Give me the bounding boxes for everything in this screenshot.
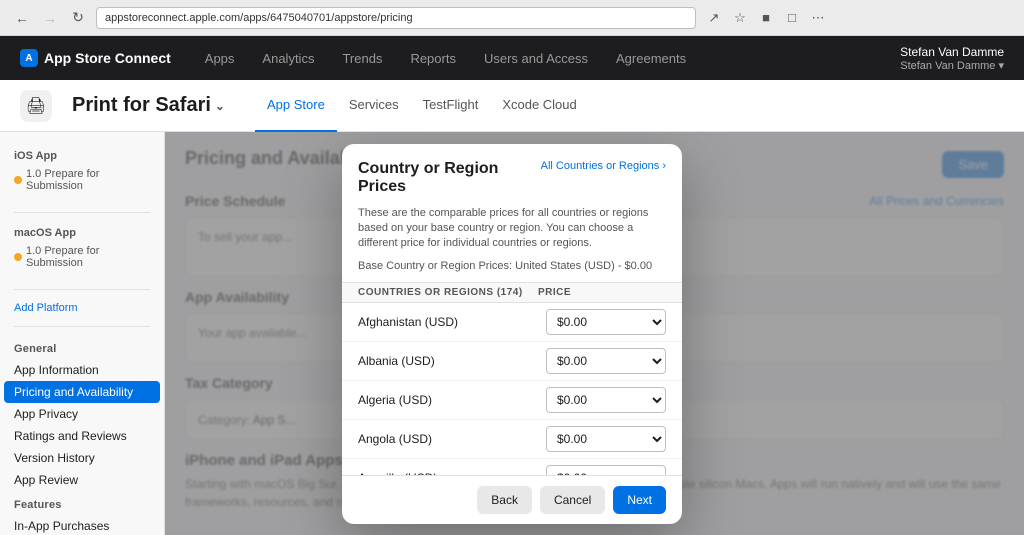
modal-header: Country or Region Prices All Countries o…	[342, 144, 682, 206]
app-subheader: 🖨 Print for Safari ⌄ App Store Services …	[0, 80, 1024, 132]
asc-user[interactable]: Stefan Van Damme Stefan Van Damme ▾	[900, 45, 1004, 72]
scroll-spacer	[658, 287, 666, 298]
price-wrapper: $0.00	[546, 426, 666, 452]
tab-services[interactable]: Services	[337, 80, 411, 132]
share-icon[interactable]: ↗	[704, 8, 724, 28]
add-platform-link[interactable]: Add Platform	[0, 298, 164, 318]
ios-version-dot	[14, 176, 22, 184]
user-sub: Stefan Van Damme ▾	[900, 59, 1004, 72]
macos-version-dot	[14, 253, 22, 261]
price-select[interactable]: $0.00	[546, 465, 666, 475]
app-name-text: Print for Safari	[72, 94, 211, 117]
modal-base-price: Base Country or Region Prices: United St…	[342, 260, 682, 282]
country-name: Albania (USD)	[358, 354, 546, 368]
sidebar-item-app-review[interactable]: App Review	[0, 469, 164, 491]
country-region-prices-modal: Country or Region Prices All Countries o…	[342, 144, 682, 524]
modal-table-header: COUNTRIES OR REGIONS (174) PRICE	[342, 282, 682, 303]
nav-analytics[interactable]: Analytics	[248, 36, 328, 80]
country-name: Angola (USD)	[358, 432, 546, 446]
sidebar-item-iap[interactable]: In-App Purchases	[0, 515, 164, 535]
asc-header: A App Store Connect Apps Analytics Trend…	[0, 36, 1024, 80]
price-select[interactable]: $0.00	[546, 309, 666, 335]
back-button[interactable]: ←	[12, 8, 32, 28]
asc-logo-text: App Store Connect	[44, 50, 171, 66]
macos-version-text: 1.0 Prepare for Submission	[26, 245, 150, 269]
url-text: appstoreconnect.apple.com/apps/647504070…	[105, 12, 413, 24]
sidebar-item-version-history[interactable]: Version History	[0, 447, 164, 469]
forward-button[interactable]: →	[40, 8, 60, 28]
modal-base-label: Base Country or Region Prices:	[358, 260, 512, 272]
general-section-title: General	[0, 335, 164, 359]
ios-app-title: iOS App	[14, 150, 150, 162]
macos-app-section: macOS App 1.0 Prepare for Submission	[0, 221, 164, 281]
macos-app-title: macOS App	[14, 227, 150, 239]
refresh-button[interactable]: ↻	[68, 8, 88, 28]
modal-title: Country or Region Prices	[358, 160, 533, 196]
asc-logo-icon: A	[20, 49, 38, 67]
price-wrapper: $0.00	[546, 348, 666, 374]
price-select[interactable]: $0.00	[546, 387, 666, 413]
macos-version: 1.0 Prepare for Submission	[14, 243, 150, 271]
ios-version-text: 1.0 Prepare for Submission	[26, 168, 150, 192]
content-area: Pricing and Availability Save Price Sche…	[165, 132, 1024, 535]
sidebar-divider-3	[14, 326, 150, 327]
app-title: Print for Safari ⌄	[72, 94, 225, 117]
all-countries-link[interactable]: All Countries or Regions ›	[541, 160, 666, 172]
app-tabs: App Store Services TestFlight Xcode Clou…	[255, 80, 589, 132]
tab-xcode-cloud[interactable]: Xcode Cloud	[490, 80, 588, 132]
modal-table-body: Afghanistan (USD) $0.00 Albania (USD) $0…	[342, 303, 682, 475]
next-button[interactable]: Next	[613, 486, 666, 514]
app-title-chevron-icon: ⌄	[215, 99, 225, 113]
asc-nav: Apps Analytics Trends Reports Users and …	[191, 36, 880, 80]
modal-overlay: Country or Region Prices All Countries o…	[165, 132, 1024, 535]
sidebar-divider-2	[14, 289, 150, 290]
browser-chrome: ← → ↻ appstoreconnect.apple.com/apps/647…	[0, 0, 1024, 36]
modal-base-value: United States (USD) - $0.00	[515, 260, 652, 272]
back-button[interactable]: Back	[477, 486, 532, 514]
sidebar-item-ratings[interactable]: Ratings and Reviews	[0, 425, 164, 447]
col-countries-label: COUNTRIES OR REGIONS (174)	[358, 287, 538, 298]
features-section-title: Features	[0, 491, 164, 515]
country-name: Afghanistan (USD)	[358, 315, 546, 329]
modal-description: These are the comparable prices for all …	[342, 206, 682, 260]
nav-apps[interactable]: Apps	[191, 36, 249, 80]
nav-trends[interactable]: Trends	[328, 36, 396, 80]
user-name: Stefan Van Damme	[900, 45, 1004, 59]
price-wrapper: $0.00	[546, 309, 666, 335]
main-layout: iOS App 1.0 Prepare for Submission macOS…	[0, 132, 1024, 535]
sidebar-item-pricing[interactable]: Pricing and Availability	[4, 381, 160, 403]
price-wrapper: $0.00	[546, 465, 666, 475]
browser-icons: ↗ ☆ ■ □ ⋯	[704, 8, 828, 28]
price-select[interactable]: $0.00	[546, 348, 666, 374]
app-icon: 🖨	[20, 90, 52, 122]
price-select[interactable]: $0.00	[546, 426, 666, 452]
asc-logo: A App Store Connect	[20, 49, 171, 67]
price-wrapper: $0.00	[546, 387, 666, 413]
tab-icon[interactable]: □	[782, 8, 802, 28]
ios-app-section: iOS App 1.0 Prepare for Submission	[0, 144, 164, 204]
nav-reports[interactable]: Reports	[396, 36, 470, 80]
ios-version: 1.0 Prepare for Submission	[14, 166, 150, 194]
nav-users[interactable]: Users and Access	[470, 36, 602, 80]
bookmark-icon[interactable]: ☆	[730, 8, 750, 28]
cancel-button[interactable]: Cancel	[540, 486, 605, 514]
tab-testflight[interactable]: TestFlight	[411, 80, 491, 132]
sidebar: iOS App 1.0 Prepare for Submission macOS…	[0, 132, 165, 535]
table-row: Albania (USD) $0.00	[342, 342, 682, 381]
table-row: Anguilla (USD) $0.00	[342, 459, 682, 475]
sidebar-item-privacy[interactable]: App Privacy	[0, 403, 164, 425]
country-name: Algeria (USD)	[358, 393, 546, 407]
table-row: Afghanistan (USD) $0.00	[342, 303, 682, 342]
sidebar-item-app-information[interactable]: App Information	[0, 359, 164, 381]
more-icon[interactable]: ⋯	[808, 8, 828, 28]
extensions-icon[interactable]: ■	[756, 8, 776, 28]
sidebar-divider-1	[14, 212, 150, 213]
table-row: Algeria (USD) $0.00	[342, 381, 682, 420]
tab-app-store[interactable]: App Store	[255, 80, 337, 132]
nav-agreements[interactable]: Agreements	[602, 36, 700, 80]
table-row: Angola (USD) $0.00	[342, 420, 682, 459]
col-price-label: PRICE	[538, 287, 658, 298]
address-bar[interactable]: appstoreconnect.apple.com/apps/647504070…	[96, 7, 696, 29]
modal-footer: Back Cancel Next	[342, 475, 682, 524]
